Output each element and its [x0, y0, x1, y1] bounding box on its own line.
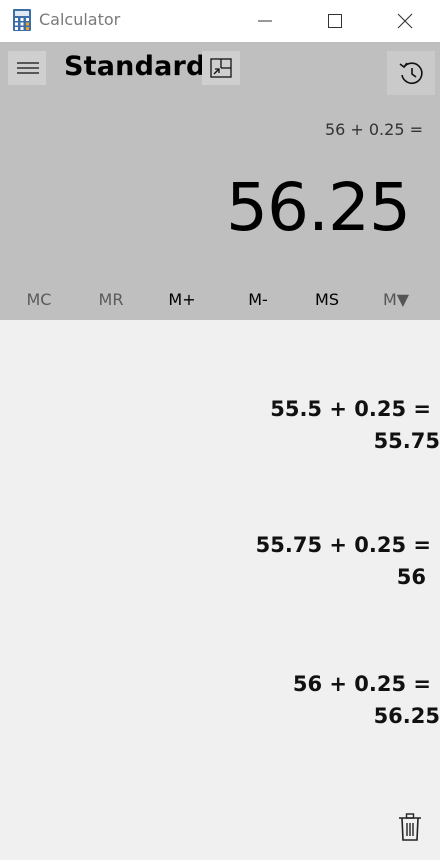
expression-display: 56 + 0.25 =: [324, 120, 423, 139]
history-panel: 55.5 + 0.25 = 55.75 55.75 + 0.25 = 56 56…: [0, 320, 440, 860]
calculator-window: Calculator Standard 56 + 0.25 = 56.25 MC…: [0, 0, 440, 860]
history-result: 56.25: [373, 704, 440, 728]
memory-clear-button[interactable]: MC: [3, 280, 75, 320]
close-button[interactable]: [380, 0, 430, 42]
maximize-icon: [328, 14, 342, 28]
memory-subtract-button[interactable]: M-: [222, 280, 294, 320]
maximize-button[interactable]: [310, 0, 360, 42]
history-expression: 55.5 + 0.25 =: [270, 397, 431, 421]
memory-recall-button[interactable]: MR: [75, 280, 147, 320]
history-item[interactable]: 56 + 0.25 = 56.25: [0, 668, 440, 732]
mode-title: Standard: [64, 51, 206, 82]
title-bar: Calculator: [0, 0, 440, 42]
history-item[interactable]: 55.5 + 0.25 = 55.75: [0, 393, 440, 457]
history-expression: 56 + 0.25 =: [292, 672, 431, 696]
display-area: Standard 56 + 0.25 = 56.25 MC MR M+ M- M…: [0, 42, 440, 320]
calculator-app-icon: [13, 9, 31, 31]
hamburger-icon: [17, 62, 39, 74]
close-icon: [397, 13, 413, 29]
memory-list-button[interactable]: M▼: [360, 280, 432, 320]
memory-controls: MC MR M+ M- MS M▼: [0, 280, 440, 320]
history-item[interactable]: 55.75 + 0.25 = 56: [0, 529, 440, 593]
memory-store-button[interactable]: MS: [291, 280, 363, 320]
window-title: Calculator: [39, 10, 121, 29]
keep-on-top-icon: [210, 58, 232, 78]
navigation-menu-button[interactable]: [8, 51, 46, 85]
clear-history-button[interactable]: [398, 813, 428, 847]
trash-icon: [399, 813, 421, 841]
history-button[interactable]: [387, 51, 435, 95]
history-expression: 55.75 + 0.25 =: [255, 533, 431, 557]
minimize-icon: [258, 20, 272, 22]
history-icon: [399, 62, 423, 84]
minimize-button[interactable]: [240, 0, 290, 42]
result-display: 56.25: [226, 169, 411, 246]
keep-on-top-button[interactable]: [202, 51, 240, 85]
history-result: 56: [396, 565, 426, 589]
memory-add-button[interactable]: M+: [146, 280, 218, 320]
history-result: 55.75: [373, 429, 440, 453]
